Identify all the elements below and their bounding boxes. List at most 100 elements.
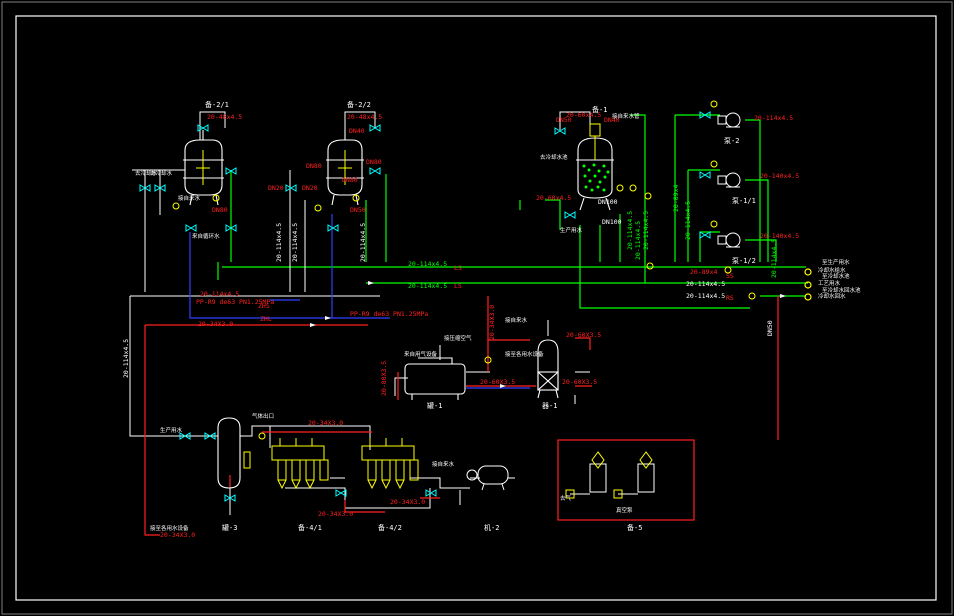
dn-label-d11: DN100	[598, 198, 618, 206]
stream-code-ls: LS	[454, 264, 462, 272]
column-r1-motor	[589, 123, 601, 160]
stream-code-ss: SS	[726, 272, 734, 280]
dn-label-d5: DN20	[268, 184, 284, 192]
tag-vessel-3: 罐-3	[222, 523, 237, 532]
instruments	[172, 100, 756, 440]
pid-canvas: 备-2/1 备-2/2 备-1 泵-2 泵-1/1 泵-1/2 罐-1 器-1 …	[1, 1, 953, 615]
pipe-size-s13: 20-114x4.5	[684, 201, 692, 240]
note-n3: 接自来水	[178, 194, 201, 202]
pipe-size-s27: 20-34X3.0	[308, 419, 343, 427]
destination-o3: 至冷却水回水池	[822, 286, 861, 294]
dn-label-d4: DN80	[342, 176, 358, 184]
pipe-size-s1: 20-48x4.5	[207, 113, 242, 121]
tag-pump-2: 泵-2	[724, 137, 739, 145]
note-n4: 来自循环水	[192, 232, 220, 240]
dn-label-d2: DN80	[306, 162, 322, 170]
tag-filter-train-4-1: 备-4/1	[298, 523, 322, 532]
tag-filter-train-4-2: 备-4/2	[378, 523, 402, 532]
pipe-size-s20: 20-114x4.5	[122, 339, 130, 378]
pipe-size-s17: 20-140x4.5	[760, 172, 799, 180]
outlet-marker-1	[804, 268, 812, 276]
vessel-3	[217, 417, 241, 489]
pipe-size-s18: 20-140x4.5	[760, 232, 799, 240]
pipe-size-s10: 20-114x4.5	[626, 211, 634, 250]
pipe-size-s4: 20-60x4.5	[536, 194, 571, 202]
filter-1	[537, 339, 559, 399]
pipe-size-s21: 20-34X3.0	[198, 320, 233, 328]
pipe-size-s33: PP-R9 de63 PN1.25MPa	[350, 310, 428, 318]
unit-5	[570, 463, 655, 495]
pipe-size-s31: 20-114x4.5	[634, 221, 642, 260]
pipe-size-s15: 20-114x4.5	[686, 292, 725, 300]
note-n12: 接自来水	[505, 316, 528, 324]
filter-train-4-2	[361, 438, 419, 490]
pipe-size-s24: 20-60X3.5	[480, 378, 515, 386]
tag-filter-1: 器-1	[542, 402, 557, 410]
note-n2: 去冷却水	[150, 169, 173, 177]
pump-1-2	[717, 232, 741, 248]
note-n13: 接至各用水设备	[505, 350, 544, 358]
note-n20: 去气	[560, 494, 572, 502]
pipe-size-s30: 20-34X3.0	[160, 531, 195, 539]
vessel-3-gauge	[243, 451, 251, 469]
stream-code-ls-2: LS	[454, 282, 462, 290]
pipe-size-s11: 20-114x4.5	[642, 211, 650, 250]
pipe-size-s23: 20-60X3.5	[566, 331, 601, 339]
tag-tank-1: 罐-1	[427, 401, 442, 410]
dn-label-d1: DN40	[349, 127, 365, 135]
note-n5: 去冷却水池	[540, 153, 568, 161]
pipe-size-s35: 20-114x4.5	[291, 223, 299, 262]
pipe-size-s16: 20-114x4.5	[754, 114, 793, 122]
drawing-frame	[15, 15, 937, 601]
dn-label-d8: DN50	[350, 206, 366, 214]
pipe-size-s8: 20-114x4.5	[275, 223, 283, 262]
dn-label-d13: DN50	[766, 320, 774, 336]
pipe-size-s7: 20-114x4.5	[200, 290, 239, 298]
note-n18: 气体出口	[252, 412, 274, 420]
tag-compressor-2: 机-2	[484, 523, 499, 532]
destination-o1: 至生产用水	[822, 258, 850, 266]
stream-code-rs: RS	[726, 294, 734, 302]
note-n6: 接自来水管	[612, 112, 640, 120]
pipe-size-s25: 20-80X3.5	[380, 361, 388, 396]
note-n14: 来自用气设备	[404, 350, 438, 358]
stream-code-zhl: ZHL	[260, 315, 272, 323]
pipe-size-s12: 20-89x4	[672, 185, 680, 212]
tag-reactor-2-2: 备-2/2	[347, 100, 371, 109]
note-n15: 接至各用水设备	[150, 524, 189, 532]
note-n16: 接自来水	[432, 460, 455, 468]
pipe-size-s22: 20-34X3.0	[488, 305, 496, 340]
outlet-markers	[804, 268, 812, 301]
labels: 备-2/1 备-2/2 备-1 泵-2 泵-1/1 泵-1/2 罐-1 器-1 …	[122, 100, 861, 539]
stream-code-zhs: ZHS	[258, 302, 270, 310]
note-n19: 真空泵	[616, 506, 633, 514]
valves	[139, 111, 711, 502]
pipe-size-s14: 20-114x4.5	[686, 280, 725, 288]
dn-label-d12: DN100	[602, 218, 622, 226]
pipe-size-s2: 20-48x4.5	[347, 113, 382, 121]
dn-label-d9: DN50	[556, 116, 572, 124]
pipe-size-s6: 20-114x4.5	[408, 282, 447, 290]
note-n7: 生产用水	[560, 226, 583, 234]
pipe-size-s29: 20-34X3.0	[390, 498, 425, 506]
destination-o2: 至冷却水池	[822, 272, 850, 280]
red-pipelines	[144, 296, 779, 536]
note-n9: 工艺用水	[818, 279, 841, 287]
pipe-size-s26: 20-60X3.5	[562, 378, 597, 386]
pipe-size-s19: 20-114x4.5	[770, 239, 778, 278]
pipe-size-s5: 20-114x4.5	[408, 260, 447, 268]
note-n17: 生产用水	[160, 426, 183, 434]
filter-train-4-1	[271, 438, 329, 490]
tank-1	[404, 357, 466, 400]
pump-1-1	[717, 172, 741, 188]
note-n11: 接压缩空气	[444, 334, 472, 342]
unit-5-heads	[565, 451, 653, 499]
tag-unit-5: 备-5	[627, 523, 642, 532]
note-n8: 冷却水给水	[818, 266, 846, 274]
dn-label-d6: DN20	[302, 184, 318, 192]
column-r1-packing	[582, 163, 610, 192]
dn-label-d7: DN80	[212, 206, 228, 214]
tag-pump-1-1: 泵-1/1	[732, 197, 756, 205]
outlet-marker-3	[804, 293, 812, 301]
pipe-size-s34: 20-89x4	[690, 268, 717, 276]
